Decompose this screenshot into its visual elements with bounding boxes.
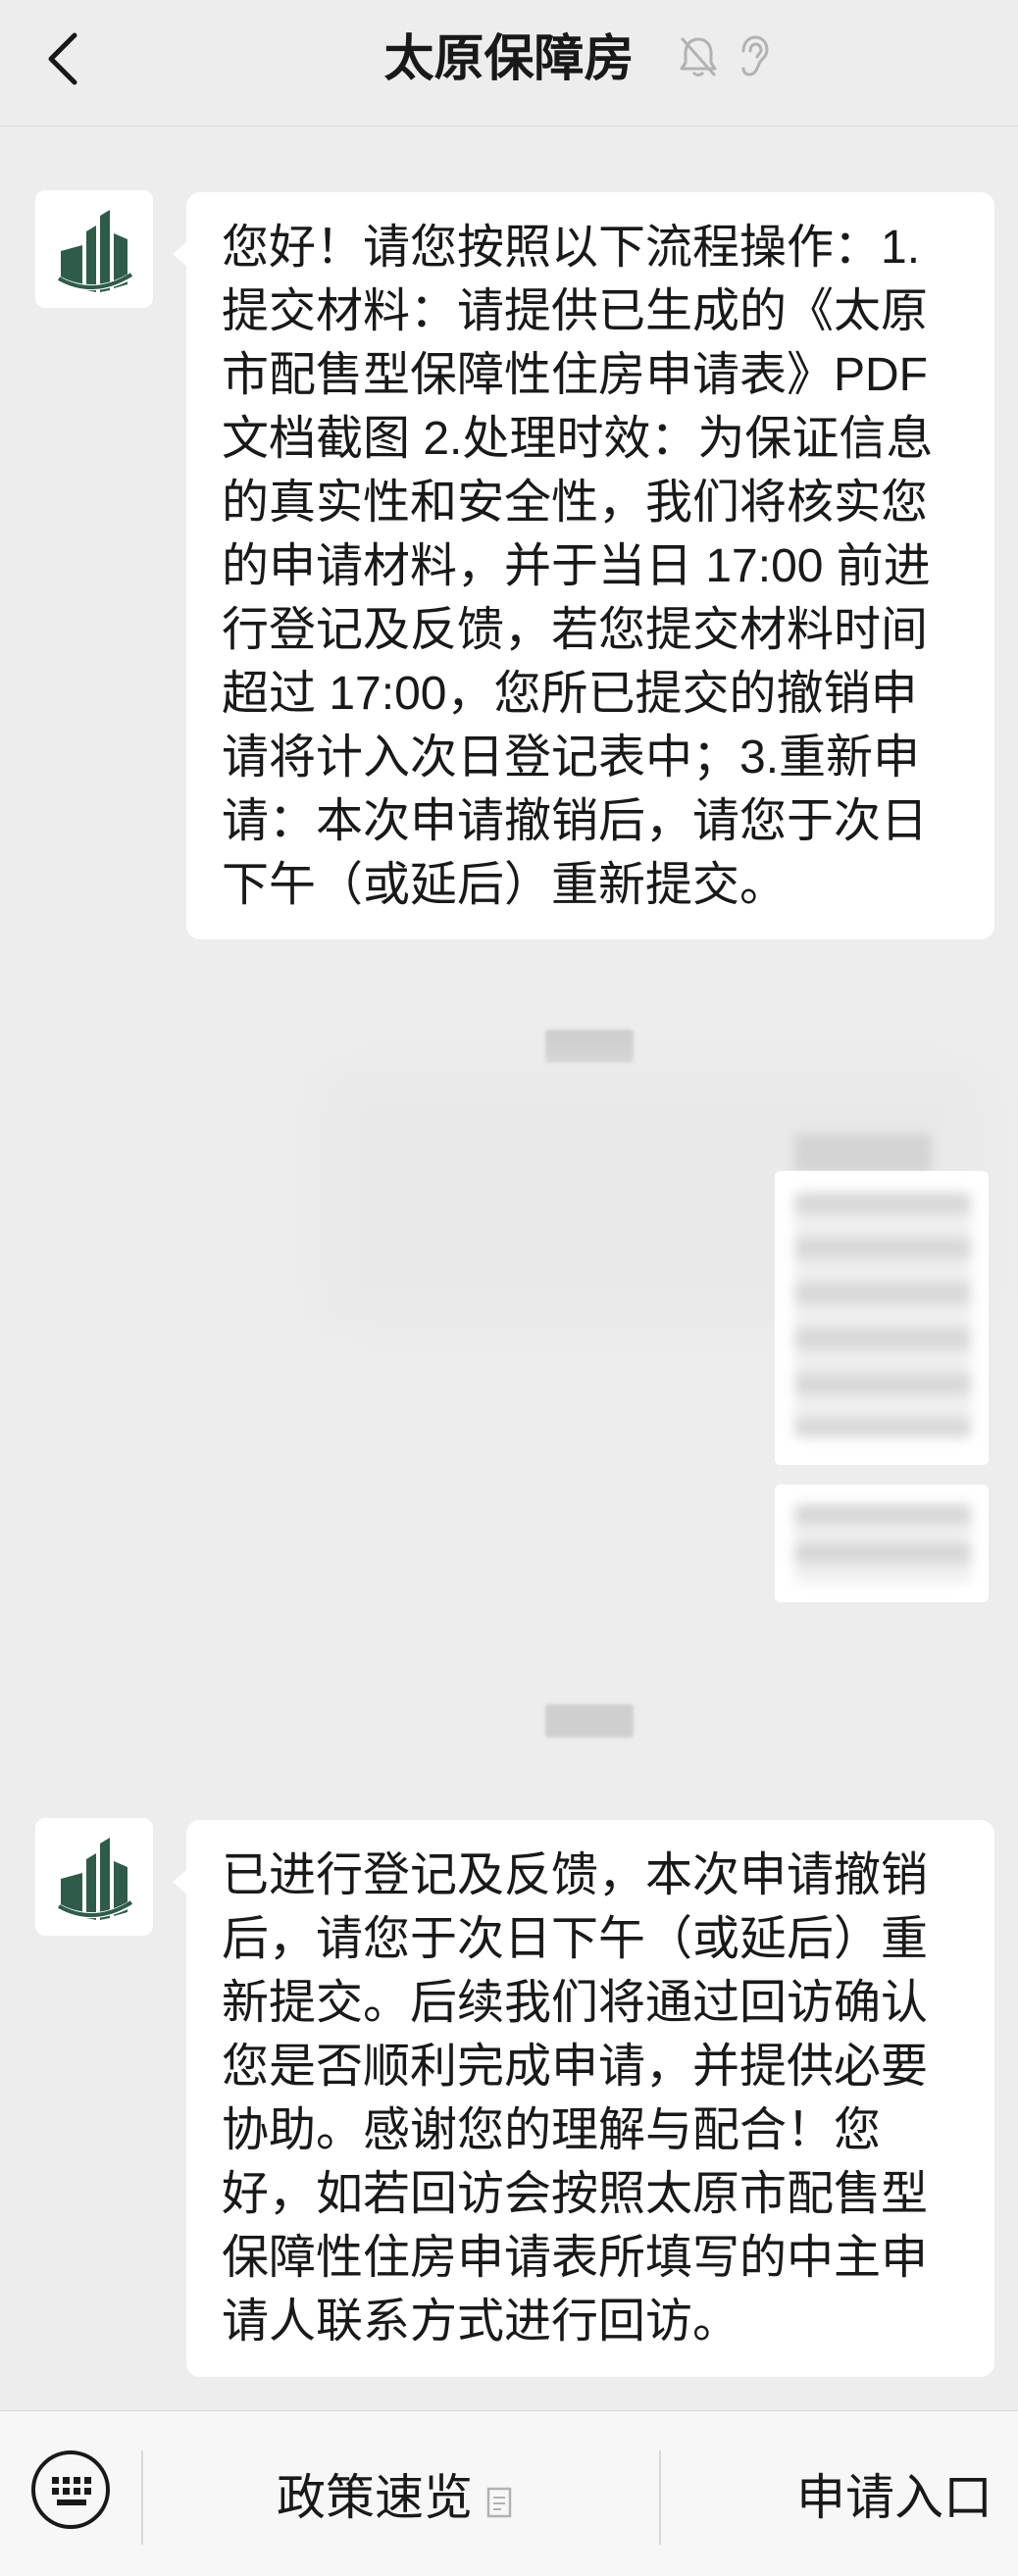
chat-messages-area[interactable]: 您好！请您按照以下流程操作：1.提交材料：请提供已生成的《太原市配售型保障性住房… — [0, 127, 1018, 2407]
keyboard-icon — [52, 2477, 91, 2505]
message-text-1: 您好！请您按照以下流程操作：1.提交材料：请提供已生成的《太原市配售型保障性住房… — [222, 222, 934, 911]
ear-icon — [741, 35, 769, 76]
official-account-avatar-2[interactable] — [35, 1818, 153, 1936]
document-icon — [486, 2454, 512, 2549]
blurred-image-content — [794, 1192, 971, 1438]
blurred-image-content-2 — [794, 1504, 971, 1583]
menu-divider-1 — [141, 2450, 143, 2545]
bottom-menu-bar: 政策速览 申请入口 — [0, 2410, 1018, 2576]
message-bubble-2[interactable]: 已进行登记及反馈，本次申请撤销后，请您于次日下午（或延后）重新提交。后续我们将通… — [173, 1820, 994, 2377]
menu-application-entry-label: 申请入口 — [796, 2470, 993, 2525]
timestamp-blurred-2 — [545, 1704, 634, 1738]
blurred-sender-label — [794, 1134, 932, 1173]
menu-policy-overview-label: 政策速览 — [277, 2470, 473, 2525]
building-logo-icon — [57, 210, 133, 292]
chat-title: 太原保障房 — [383, 30, 635, 86]
timestamp-blurred-1 — [545, 1030, 634, 1063]
menu-application-entry[interactable]: 申请入口 — [796, 2450, 993, 2545]
message-bubble-1[interactable]: 您好！请您按照以下流程操作：1.提交材料：请提供已生成的《太原市配售型保障性住房… — [173, 192, 994, 939]
bell-off-icon — [680, 37, 717, 76]
official-account-avatar[interactable] — [35, 190, 153, 308]
message-text-2: 已进行登记及反馈，本次申请撤销后，请您于次日下午（或延后）重新提交。后续我们将通… — [222, 1849, 929, 2348]
menu-divider-2 — [659, 2450, 661, 2545]
menu-policy-overview[interactable]: 政策速览 — [277, 2450, 512, 2545]
chat-title-wrap: 太原保障房 — [0, 24, 1018, 94]
chat-header: 太原保障房 — [0, 0, 1018, 126]
keyboard-toggle-button[interactable] — [31, 2450, 110, 2529]
building-logo-icon — [57, 1838, 133, 1920]
